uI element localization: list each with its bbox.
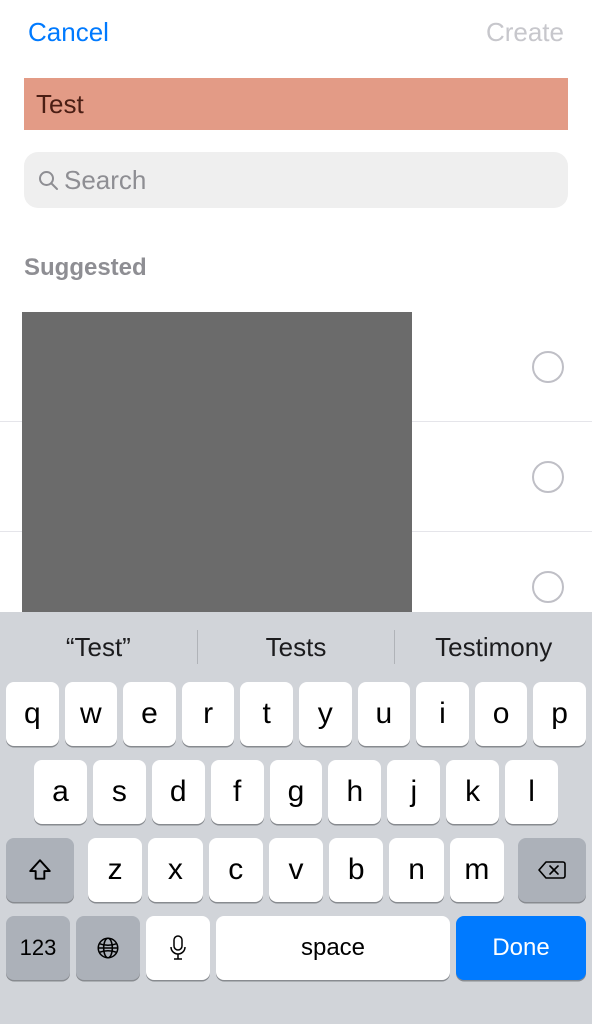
title-input[interactable]: Test xyxy=(24,78,568,130)
globe-icon xyxy=(95,935,121,961)
key-j[interactable]: j xyxy=(387,760,440,824)
key-f[interactable]: f xyxy=(211,760,264,824)
key-v[interactable]: v xyxy=(269,838,323,902)
key-a[interactable]: a xyxy=(34,760,87,824)
microphone-icon xyxy=(168,934,188,962)
candidate[interactable]: Tests xyxy=(198,632,395,663)
backspace-key[interactable] xyxy=(518,838,586,902)
key-d[interactable]: d xyxy=(152,760,205,824)
section-header-suggested: Suggested xyxy=(24,254,568,282)
key-c[interactable]: c xyxy=(209,838,263,902)
key-p[interactable]: p xyxy=(533,682,586,746)
radio-unchecked-icon[interactable] xyxy=(532,351,564,383)
key-n[interactable]: n xyxy=(389,838,443,902)
key-h[interactable]: h xyxy=(328,760,381,824)
done-key[interactable]: Done xyxy=(456,916,586,980)
cancel-button[interactable]: Cancel xyxy=(28,17,109,48)
key-r[interactable]: r xyxy=(182,682,235,746)
nav-bar: Cancel Create xyxy=(0,0,592,64)
key-s[interactable]: s xyxy=(93,760,146,824)
keyboard-candidates: “Test” Tests Testimony xyxy=(0,612,592,682)
key-row: q w e r t y u i o p xyxy=(0,682,592,746)
keyboard: “Test” Tests Testimony q w e r t y u i o… xyxy=(0,612,592,1024)
key-i[interactable]: i xyxy=(416,682,469,746)
dictation-key[interactable] xyxy=(146,916,210,980)
image-placeholder xyxy=(22,312,412,622)
suggested-list xyxy=(0,312,592,632)
create-button: Create xyxy=(486,17,564,48)
key-y[interactable]: y xyxy=(299,682,352,746)
key-m[interactable]: m xyxy=(450,838,504,902)
key-z[interactable]: z xyxy=(88,838,142,902)
key-e[interactable]: e xyxy=(123,682,176,746)
key-l[interactable]: l xyxy=(505,760,558,824)
search-icon xyxy=(36,168,60,192)
key-k[interactable]: k xyxy=(446,760,499,824)
search-input[interactable]: Search xyxy=(24,152,568,208)
shift-icon xyxy=(27,857,53,883)
numbers-key[interactable]: 123 xyxy=(6,916,70,980)
radio-unchecked-icon[interactable] xyxy=(532,571,564,603)
candidate[interactable]: Testimony xyxy=(395,632,592,663)
search-placeholder: Search xyxy=(64,165,146,196)
space-key[interactable]: space xyxy=(216,916,450,980)
key-u[interactable]: u xyxy=(358,682,411,746)
title-input-value: Test xyxy=(36,89,84,120)
key-t[interactable]: t xyxy=(240,682,293,746)
radio-unchecked-icon[interactable] xyxy=(532,461,564,493)
key-row: 123 space Done xyxy=(0,916,592,980)
key-b[interactable]: b xyxy=(329,838,383,902)
backspace-icon xyxy=(537,858,567,882)
key-g[interactable]: g xyxy=(270,760,323,824)
key-o[interactable]: o xyxy=(475,682,528,746)
globe-key[interactable] xyxy=(76,916,140,980)
key-x[interactable]: x xyxy=(148,838,202,902)
key-w[interactable]: w xyxy=(65,682,118,746)
key-q[interactable]: q xyxy=(6,682,59,746)
key-row: a s d f g h j k l xyxy=(0,760,592,824)
shift-key[interactable] xyxy=(6,838,74,902)
candidate[interactable]: “Test” xyxy=(0,632,197,663)
key-row: z x c v b n m xyxy=(0,838,592,902)
